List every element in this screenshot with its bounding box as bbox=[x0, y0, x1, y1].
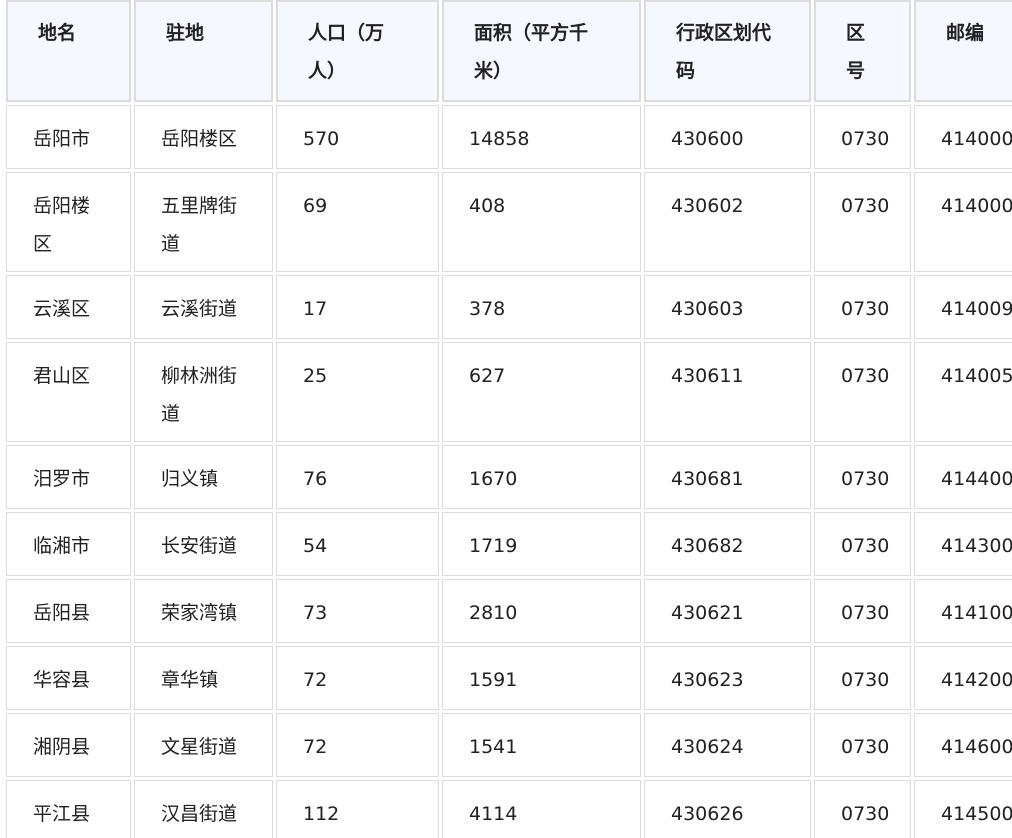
cell-place-name: 平江县 bbox=[6, 780, 131, 838]
cell-area: 378 bbox=[442, 275, 641, 339]
cell-population: 69 bbox=[276, 172, 439, 272]
cell-division-code: 430600 bbox=[644, 105, 811, 169]
cell-seat: 归义镇 bbox=[134, 445, 273, 509]
cell-area-code: 0730 bbox=[814, 512, 911, 576]
cell-postal-code: 414400 bbox=[914, 445, 1012, 509]
cell-population: 72 bbox=[276, 713, 439, 777]
cell-area-code: 0730 bbox=[814, 342, 911, 442]
table-row: 岳阳市 岳阳楼区 570 14858 430600 0730 414000 bbox=[6, 105, 1012, 169]
cell-area-code: 0730 bbox=[814, 275, 911, 339]
cell-division-code: 430682 bbox=[644, 512, 811, 576]
header-place-name[interactable]: 地名 bbox=[6, 0, 131, 102]
cell-seat: 汉昌街道 bbox=[134, 780, 273, 838]
cell-postal-code: 414009 bbox=[914, 275, 1012, 339]
cell-area: 2810 bbox=[442, 579, 641, 643]
cell-area-code: 0730 bbox=[814, 445, 911, 509]
cell-area: 627 bbox=[442, 342, 641, 442]
table-row: 平江县 汉昌街道 112 4114 430626 0730 414500 bbox=[6, 780, 1012, 838]
cell-area-code: 0730 bbox=[814, 780, 911, 838]
cell-division-code: 430681 bbox=[644, 445, 811, 509]
cell-postal-code: 414200 bbox=[914, 646, 1012, 710]
cell-place-name: 岳阳市 bbox=[6, 105, 131, 169]
table-body: 岳阳市 岳阳楼区 570 14858 430600 0730 414000 岳阳… bbox=[6, 105, 1012, 838]
table-row: 华容县 章华镇 72 1591 430623 0730 414200 bbox=[6, 646, 1012, 710]
cell-area: 1670 bbox=[442, 445, 641, 509]
cell-population: 570 bbox=[276, 105, 439, 169]
cell-seat: 章华镇 bbox=[134, 646, 273, 710]
cell-division-code: 430621 bbox=[644, 579, 811, 643]
cell-place-name: 君山区 bbox=[6, 342, 131, 442]
cell-postal-code: 414000 bbox=[914, 105, 1012, 169]
table-row: 云溪区 云溪街道 17 378 430603 0730 414009 bbox=[6, 275, 1012, 339]
cell-population: 76 bbox=[276, 445, 439, 509]
cell-area: 1541 bbox=[442, 713, 641, 777]
cell-area: 4114 bbox=[442, 780, 641, 838]
cell-area: 1591 bbox=[442, 646, 641, 710]
cell-place-name: 岳阳县 bbox=[6, 579, 131, 643]
header-division-code[interactable]: 行政区划代码 bbox=[644, 0, 811, 102]
cell-area-code: 0730 bbox=[814, 172, 911, 272]
cell-area-code: 0730 bbox=[814, 579, 911, 643]
table-row: 岳阳县 荣家湾镇 73 2810 430621 0730 414100 bbox=[6, 579, 1012, 643]
cell-seat: 云溪街道 bbox=[134, 275, 273, 339]
cell-postal-code: 414300 bbox=[914, 512, 1012, 576]
cell-place-name: 湘阴县 bbox=[6, 713, 131, 777]
table-row: 湘阴县 文星街道 72 1541 430624 0730 414600 bbox=[6, 713, 1012, 777]
header-area-code[interactable]: 区号 bbox=[814, 0, 911, 102]
cell-postal-code: 414500 bbox=[914, 780, 1012, 838]
cell-population: 17 bbox=[276, 275, 439, 339]
table-viewport: 地名 驻地 人口（万人） 面积（平方千米） 行政区划代码 区号 邮编 岳阳市 岳… bbox=[0, 0, 1012, 838]
cell-seat: 荣家湾镇 bbox=[134, 579, 273, 643]
cell-area: 1719 bbox=[442, 512, 641, 576]
header-population[interactable]: 人口（万人） bbox=[276, 0, 439, 102]
cell-population: 54 bbox=[276, 512, 439, 576]
cell-seat: 五里牌街道 bbox=[134, 172, 273, 272]
cell-population: 112 bbox=[276, 780, 439, 838]
cell-population: 25 bbox=[276, 342, 439, 442]
table-row: 岳阳楼区 五里牌街道 69 408 430602 0730 414000 bbox=[6, 172, 1012, 272]
cell-division-code: 430602 bbox=[644, 172, 811, 272]
cell-seat: 岳阳楼区 bbox=[134, 105, 273, 169]
table-row: 临湘市 长安街道 54 1719 430682 0730 414300 bbox=[6, 512, 1012, 576]
cell-seat: 长安街道 bbox=[134, 512, 273, 576]
table-row: 君山区 柳林洲街道 25 627 430611 0730 414005 bbox=[6, 342, 1012, 442]
cell-division-code: 430623 bbox=[644, 646, 811, 710]
cell-postal-code: 414000 bbox=[914, 172, 1012, 272]
cell-division-code: 430626 bbox=[644, 780, 811, 838]
cell-division-code: 430611 bbox=[644, 342, 811, 442]
cell-postal-code: 414100 bbox=[914, 579, 1012, 643]
cell-place-name: 云溪区 bbox=[6, 275, 131, 339]
cell-place-name: 华容县 bbox=[6, 646, 131, 710]
cell-postal-code: 414005 bbox=[914, 342, 1012, 442]
cell-seat: 文星街道 bbox=[134, 713, 273, 777]
table-header: 地名 驻地 人口（万人） 面积（平方千米） 行政区划代码 区号 邮编 bbox=[6, 0, 1012, 102]
header-seat[interactable]: 驻地 bbox=[134, 0, 273, 102]
cell-area-code: 0730 bbox=[814, 713, 911, 777]
cell-population: 72 bbox=[276, 646, 439, 710]
cell-division-code: 430603 bbox=[644, 275, 811, 339]
header-area[interactable]: 面积（平方千米） bbox=[442, 0, 641, 102]
cell-place-name: 临湘市 bbox=[6, 512, 131, 576]
cell-population: 73 bbox=[276, 579, 439, 643]
cell-division-code: 430624 bbox=[644, 713, 811, 777]
cell-place-name: 岳阳楼区 bbox=[6, 172, 131, 272]
cell-area: 14858 bbox=[442, 105, 641, 169]
cell-area-code: 0730 bbox=[814, 646, 911, 710]
cell-place-name: 汨罗市 bbox=[6, 445, 131, 509]
cell-seat: 柳林洲街道 bbox=[134, 342, 273, 442]
header-postal-code[interactable]: 邮编 bbox=[914, 0, 1012, 102]
region-table: 地名 驻地 人口（万人） 面积（平方千米） 行政区划代码 区号 邮编 岳阳市 岳… bbox=[3, 0, 1012, 838]
cell-postal-code: 414600 bbox=[914, 713, 1012, 777]
header-row: 地名 驻地 人口（万人） 面积（平方千米） 行政区划代码 区号 邮编 bbox=[6, 0, 1012, 102]
cell-area-code: 0730 bbox=[814, 105, 911, 169]
cell-area: 408 bbox=[442, 172, 641, 272]
table-row: 汨罗市 归义镇 76 1670 430681 0730 414400 bbox=[6, 445, 1012, 509]
